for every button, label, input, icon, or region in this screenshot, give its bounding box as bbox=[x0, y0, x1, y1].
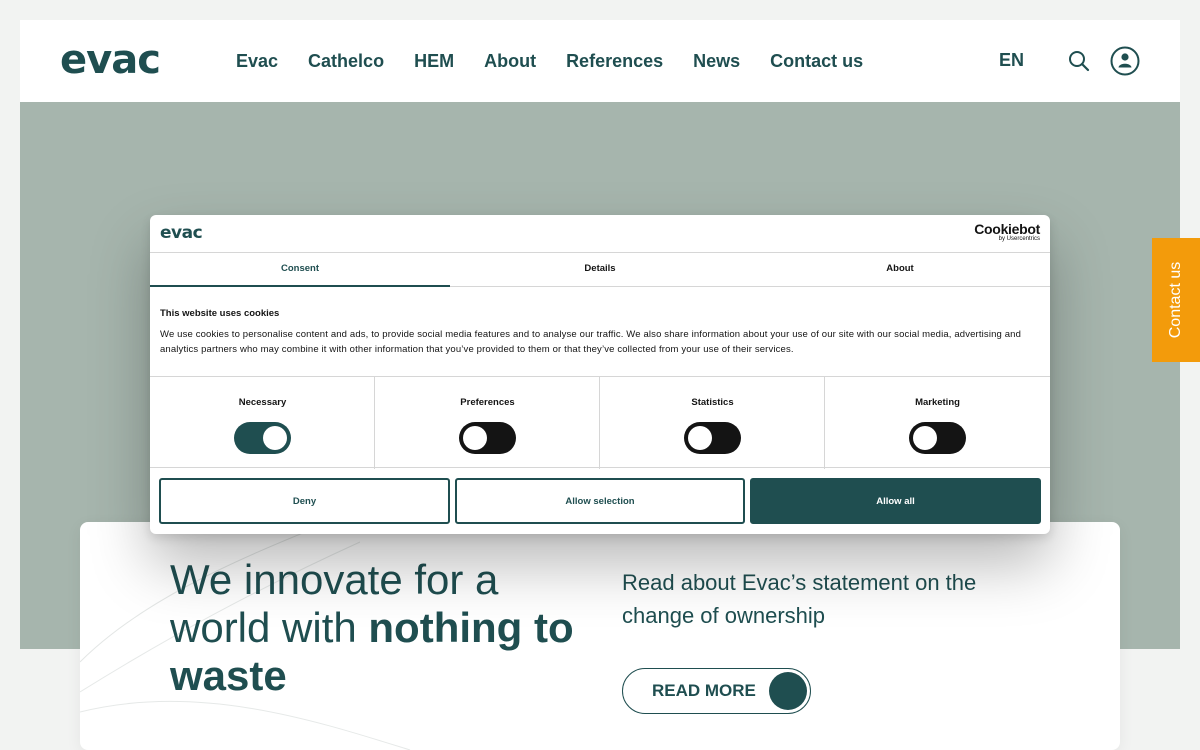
contact-us-side-tab[interactable]: Contact us bbox=[1152, 238, 1200, 362]
read-more-dot-icon bbox=[769, 672, 807, 710]
toggle-label-preferences: Preferences bbox=[460, 397, 515, 408]
site-header: evac Evac Cathelco HEM About References … bbox=[20, 20, 1180, 102]
nav-item-hem[interactable]: HEM bbox=[414, 51, 454, 72]
cookie-dialog-header: evac Cookiebot by Usercentrics bbox=[150, 215, 1050, 253]
user-account-icon[interactable] bbox=[1110, 46, 1140, 76]
toggle-knob bbox=[263, 426, 287, 450]
cookie-dialog-text: We use cookies to personalise content an… bbox=[160, 329, 1022, 355]
nav-item-cathelco[interactable]: Cathelco bbox=[308, 51, 384, 72]
cookiebot-logo[interactable]: Cookiebot by Usercentrics bbox=[974, 222, 1040, 243]
contact-us-side-tab-label: Contact us bbox=[1167, 261, 1185, 339]
toggle-marketing[interactable] bbox=[909, 422, 966, 454]
toggle-knob bbox=[463, 426, 487, 450]
deny-button[interactable]: Deny bbox=[159, 478, 450, 524]
evac-logo[interactable]: evac bbox=[60, 40, 161, 80]
cookiebot-name: Cookiebot bbox=[974, 221, 1040, 237]
search-icon[interactable] bbox=[1068, 50, 1090, 72]
toggle-cell-statistics: Statistics bbox=[600, 377, 825, 469]
read-more-button[interactable]: READ MORE bbox=[622, 668, 811, 714]
toggle-knob bbox=[688, 426, 712, 450]
toggle-statistics[interactable] bbox=[684, 422, 741, 454]
hero-headline: We innovate for a world with nothing to … bbox=[170, 556, 610, 700]
nav-item-evac[interactable]: Evac bbox=[236, 51, 278, 72]
cookie-dialog-title: This website uses cookies bbox=[160, 308, 280, 319]
nav-item-about[interactable]: About bbox=[484, 51, 536, 72]
hero-card: We innovate for a world with nothing to … bbox=[80, 522, 1120, 750]
language-selector[interactable]: EN bbox=[999, 50, 1024, 71]
cookie-dialog-logo: evac bbox=[160, 223, 203, 243]
allow-all-button[interactable]: Allow all bbox=[750, 478, 1041, 524]
toggle-preferences[interactable] bbox=[459, 422, 516, 454]
nav-item-references[interactable]: References bbox=[566, 51, 663, 72]
ownership-statement: Read about Evac’s statement on the chang… bbox=[622, 570, 977, 628]
cookie-consent-dialog: evac Cookiebot by Usercentrics Consent D… bbox=[150, 215, 1050, 534]
cookie-dialog-buttons: Deny Allow selection Allow all bbox=[159, 478, 1041, 524]
cookiebot-subtitle: by Usercentrics bbox=[998, 236, 1040, 242]
allow-selection-button[interactable]: Allow selection bbox=[455, 478, 745, 524]
toggle-label-marketing: Marketing bbox=[915, 397, 960, 408]
nav-item-news[interactable]: News bbox=[693, 51, 740, 72]
toggle-cell-preferences: Preferences bbox=[375, 377, 600, 469]
tab-consent[interactable]: Consent bbox=[150, 253, 450, 287]
tab-details[interactable]: Details bbox=[450, 253, 750, 287]
toggle-label-necessary: Necessary bbox=[238, 397, 287, 408]
main-nav: Evac Cathelco HEM About References News … bbox=[236, 20, 893, 102]
toggle-knob bbox=[913, 426, 937, 450]
toggle-label-statistics: Statistics bbox=[691, 397, 734, 408]
toggle-cell-marketing: Marketing bbox=[825, 377, 1050, 469]
cookie-dialog-tabs: Consent Details About bbox=[150, 253, 1050, 287]
toggle-necessary[interactable] bbox=[234, 422, 291, 454]
nav-item-contact-us[interactable]: Contact us bbox=[770, 51, 863, 72]
read-more-label: READ MORE bbox=[652, 681, 756, 700]
toggle-cell-necessary: Necessary bbox=[150, 377, 375, 469]
tab-about[interactable]: About bbox=[750, 253, 1050, 287]
consent-toggles: Necessary Preferences Statistics Marketi… bbox=[150, 376, 1050, 469]
